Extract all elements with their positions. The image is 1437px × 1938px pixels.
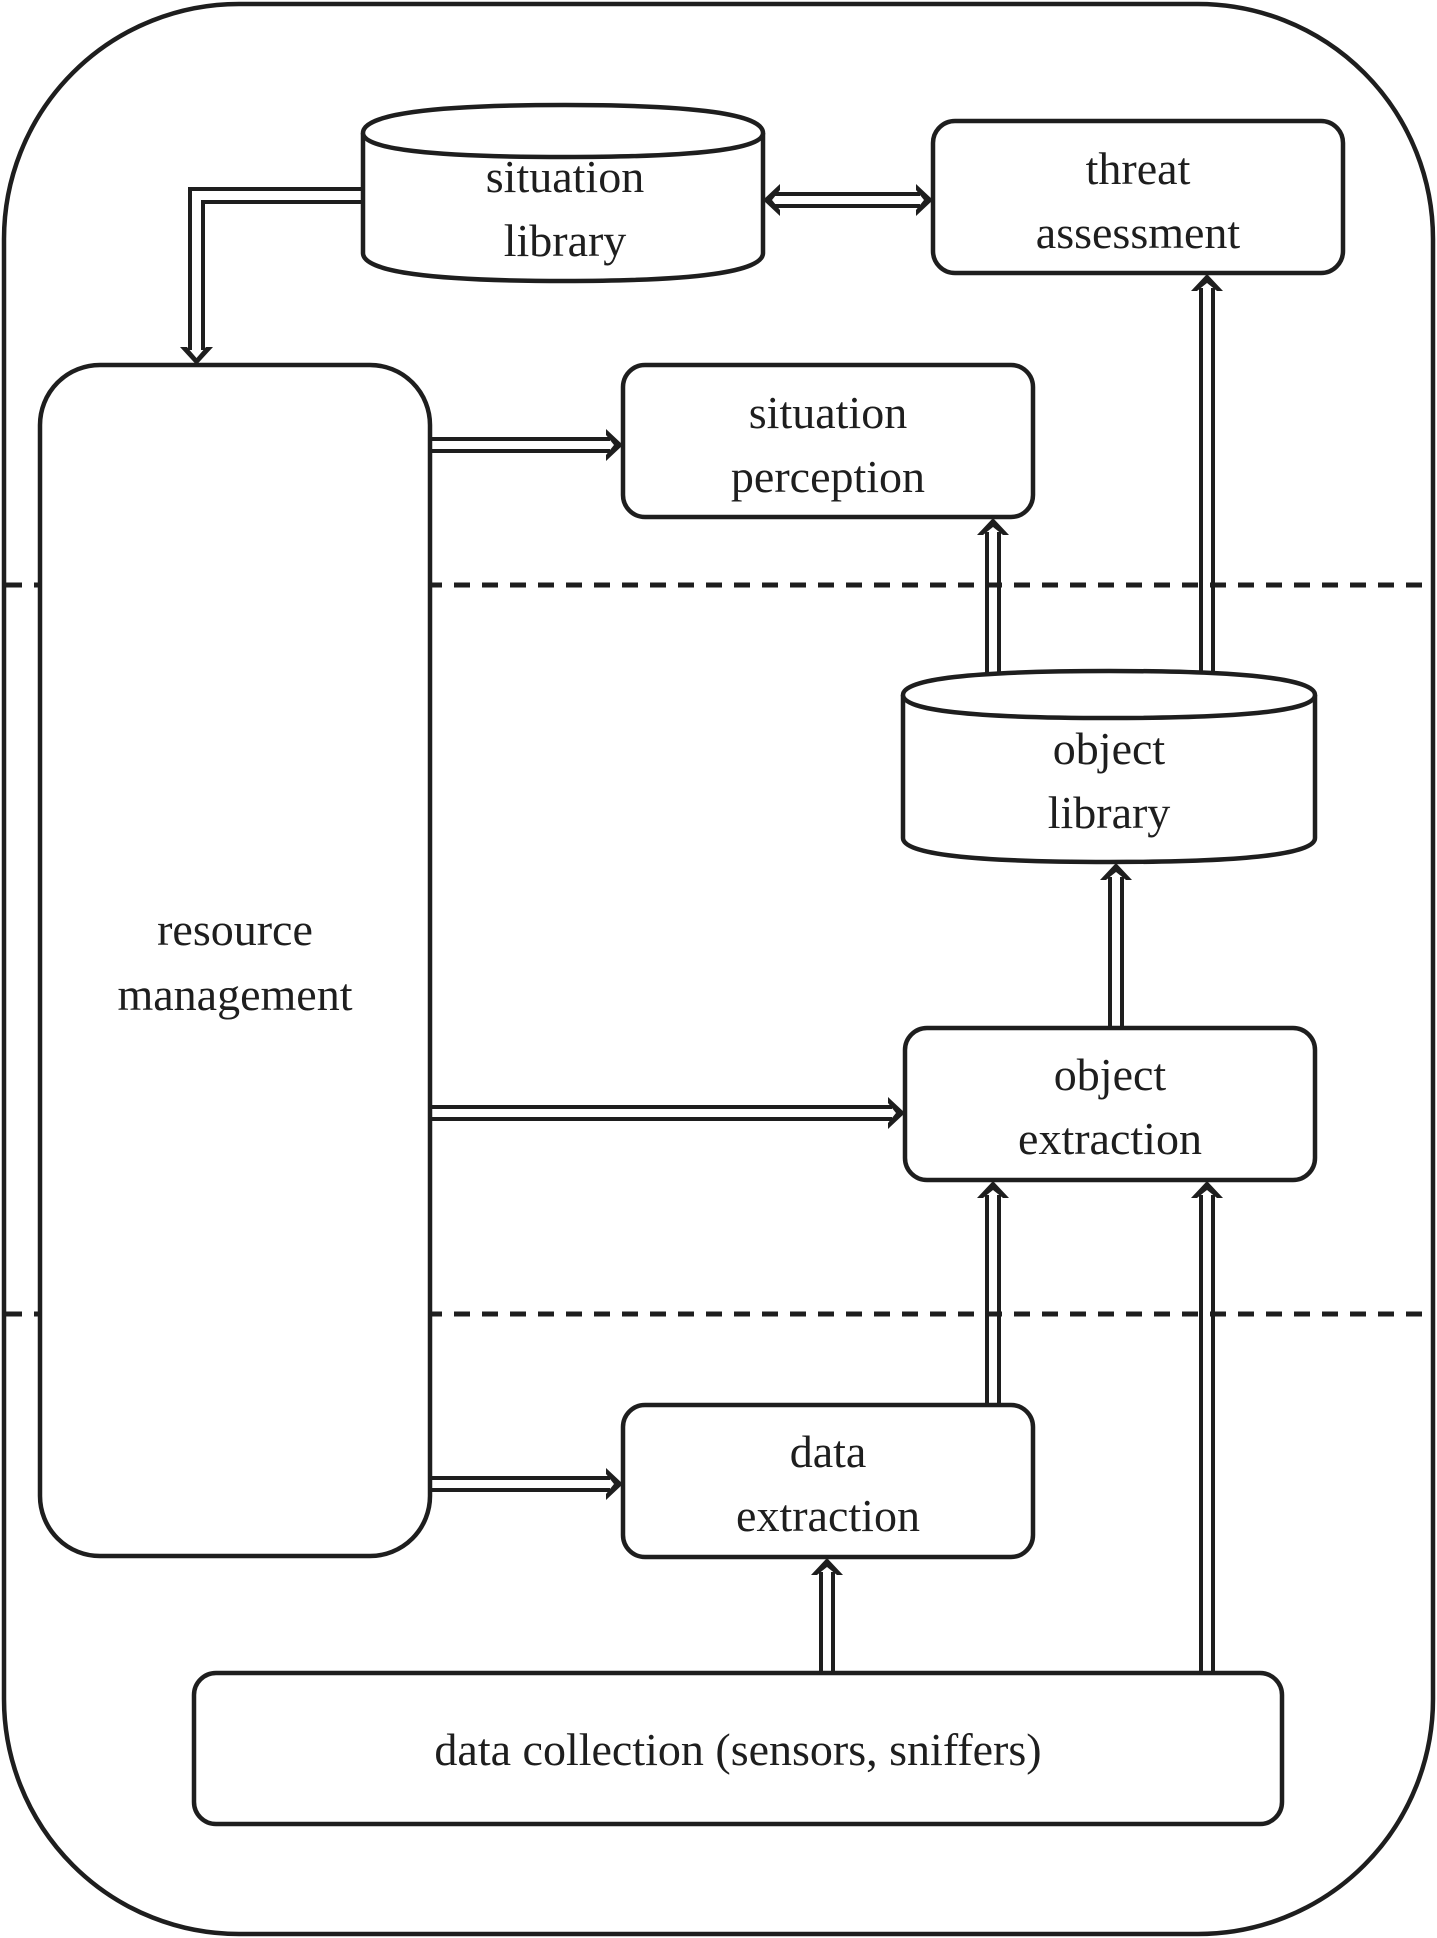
node-object-extraction[interactable]: object extraction (902, 1025, 1318, 1183)
situation-perception-label-line1: situation (749, 387, 907, 438)
node-situation-perception[interactable]: situation perception (620, 362, 1036, 520)
object-extraction-label-line1: object (1054, 1049, 1167, 1100)
node-threat-assessment[interactable]: threat assessment (930, 118, 1346, 276)
situation-perception-label-line2: perception (731, 451, 925, 502)
node-object-library[interactable]: object library (900, 668, 1318, 865)
data-extraction-label-line1: data (790, 1426, 867, 1477)
node-situation-library[interactable]: situation library (360, 102, 766, 284)
threat-assessment-label-line1: threat (1086, 143, 1191, 194)
architecture-diagram: resource management situation library th… (1, 1, 1436, 1937)
situation-library-label-line2: library (504, 215, 627, 266)
node-data-collection[interactable]: data collection (sensors, sniffers) (191, 1670, 1285, 1827)
object-library-cylinder-top (900, 694, 1318, 721)
threat-assessment-label-line2: assessment (1036, 207, 1241, 258)
object-library-label-line1: object (1053, 723, 1166, 774)
object-extraction-label-line2: extraction (1018, 1113, 1202, 1164)
resource-management-box (37, 362, 433, 1559)
object-library-label-line2: library (1048, 787, 1171, 838)
resource-management-label-line2: management (117, 969, 352, 1020)
node-resource-management[interactable]: resource management (37, 362, 433, 1559)
data-collection-label: data collection (sensors, sniffers) (434, 1724, 1041, 1775)
resource-management-label-line1: resource (157, 904, 313, 955)
node-data-extraction[interactable]: data extraction (620, 1402, 1036, 1560)
situation-library-label-line1: situation (486, 151, 644, 202)
data-extraction-label-line2: extraction (736, 1490, 920, 1541)
